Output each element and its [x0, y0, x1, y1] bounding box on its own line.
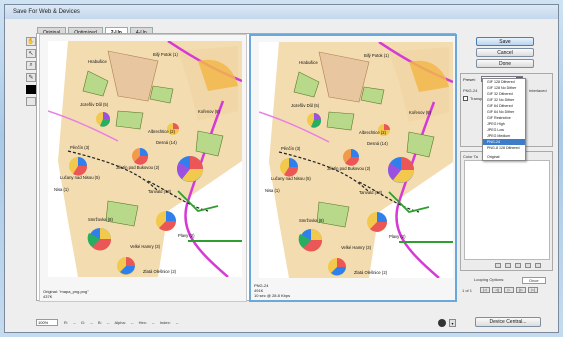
- done-button[interactable]: Done: [476, 59, 534, 68]
- map-label: Hrabušice: [299, 60, 319, 65]
- preview-area: Hrabušice Bilý Potok (1) Jozefův Důl (5)…: [36, 33, 457, 302]
- map-label: Velké Hamry (3): [130, 244, 161, 249]
- eyedropper-color-swatch[interactable]: [26, 85, 36, 94]
- map-label: Desná (14): [367, 141, 388, 146]
- color-readout: R: -- G: -- B: -- Alpha: -- Hex: -- Inde…: [64, 320, 179, 325]
- frame-count: 1 of 1: [462, 288, 473, 293]
- map-label: Jozefův Důl (5): [80, 102, 109, 107]
- map-label: Velké Hamry (3): [341, 245, 372, 250]
- preset-label: Preset:: [463, 77, 476, 82]
- map-label: Bilý Potok (1): [153, 52, 179, 57]
- map-image-optimized: Hrabušice Bilý Potok (1) Jozefův Důl (5)…: [259, 42, 453, 278]
- original-info: Original: "mapa_png.png" 437K: [43, 289, 89, 299]
- first-frame-icon[interactable]: |◁: [480, 287, 490, 293]
- map-label: Pěnčín (3): [281, 146, 301, 151]
- color-table-panel: Color Ta: [460, 151, 553, 271]
- hand-tool-icon[interactable]: ✋: [26, 37, 36, 46]
- map-label: Nisa (1): [265, 188, 280, 193]
- prev-frame-icon[interactable]: ◁|: [492, 287, 502, 293]
- map-label: Zlatá Olešnice (2): [354, 270, 388, 275]
- play-icon[interactable]: ▷: [504, 287, 514, 293]
- last-frame-icon[interactable]: ▷|: [528, 287, 538, 293]
- preview-in-browser-icon[interactable]: [438, 319, 446, 327]
- optimized-pane[interactable]: Hrabušice Bilý Potok (1) Jozefův Důl (5)…: [249, 34, 457, 302]
- map-label: Tanvald (13): [148, 189, 172, 194]
- toggle-slices-icon[interactable]: [26, 97, 36, 106]
- cancel-button[interactable]: Cancel: [476, 48, 534, 57]
- transparency-label: Transp: [470, 96, 483, 101]
- map-label: Bilý Potok (1): [364, 53, 390, 58]
- trash-icon[interactable]: [535, 263, 541, 268]
- looping-options: Looping Options: Once 1 of 1 |◁ ◁| ▷ |▷ …: [460, 275, 553, 297]
- map-label: Zlatá Olešnice (2): [143, 269, 177, 274]
- map-label: Pěnčín (3): [70, 145, 90, 150]
- preset-dropdown-menu: GIF 128 Dithered GIF 128 No Dither GIF 3…: [482, 78, 526, 161]
- browser-menu-icon[interactable]: ▾: [449, 319, 456, 327]
- web-shift-icon[interactable]: [505, 263, 511, 268]
- map-image-original: Hrabušice Bilý Potok (1) Jozefův Důl (5)…: [48, 41, 242, 277]
- map-color-icon[interactable]: [495, 263, 501, 268]
- looping-label: Looping Options:: [474, 277, 505, 282]
- map-label: Nisa (1): [54, 187, 69, 192]
- preset-option[interactable]: Original: [483, 154, 525, 160]
- save-button[interactable]: Save: [476, 37, 534, 46]
- window-title: Save For Web & Devices: [13, 9, 80, 15]
- device-central-button[interactable]: Device Central...: [475, 317, 541, 327]
- map-label: Jiřetín pod Bukovou (2): [116, 165, 160, 170]
- map-label: Lučany nad Nisou (5): [271, 176, 311, 181]
- interlaced-label: Interlaced: [529, 88, 547, 93]
- map-label: Hrabušice: [88, 59, 108, 64]
- map-label: Smržovka (8): [299, 218, 325, 223]
- eyedropper-tool-icon[interactable]: ✎: [26, 73, 36, 82]
- map-label: Jozefův Důl (5): [291, 103, 320, 108]
- status-bar: 100% R: -- G: -- B: -- Alpha: -- Hex: --…: [36, 318, 466, 328]
- next-frame-icon[interactable]: |▷: [516, 287, 526, 293]
- original-pane[interactable]: Hrabušice Bilý Potok (1) Jozefův Důl (5)…: [39, 34, 247, 302]
- color-table-actions: [495, 263, 541, 268]
- zoom-select[interactable]: 100%: [36, 319, 58, 326]
- map-label: Plavy (2): [178, 233, 195, 238]
- color-table[interactable]: [464, 160, 550, 260]
- map-label: Plavy (2): [389, 234, 406, 239]
- optimized-info: PNG-24 491K 10 sec @ 28.8 Kbps: [254, 283, 290, 298]
- map-label: Desná (14): [156, 140, 177, 145]
- map-label: Albrechtice (2): [359, 130, 387, 135]
- title-bar: Save For Web & Devices: [5, 5, 558, 19]
- preset-option[interactable]: PNG-8 128 Dithered: [483, 145, 525, 151]
- map-label: Kořenov (8): [198, 109, 220, 114]
- map-label: Jiřetín pod Bukovou (2): [327, 166, 371, 171]
- transparency-checkbox[interactable]: [463, 96, 468, 101]
- map-label: Lučany nad Nisou (5): [60, 175, 100, 180]
- color-table-label: Color Ta: [463, 154, 478, 159]
- original-size: 437K: [43, 294, 53, 299]
- animation-nav: |◁ ◁| ▷ |▷ ▷|: [480, 287, 538, 293]
- lock-color-icon[interactable]: [515, 263, 521, 268]
- new-color-icon[interactable]: [525, 263, 531, 268]
- slice-select-tool-icon[interactable]: ↖: [26, 49, 36, 58]
- format-label: PNG-24: [463, 88, 478, 93]
- settings-panel: Save Cancel Done Preset: PNG-24 ▾ PNG-24…: [460, 33, 553, 301]
- zoom-tool-icon[interactable]: ⌕: [26, 61, 36, 70]
- optimized-download-time: 10 sec @ 28.8 Kbps: [254, 293, 291, 298]
- map-label: Albrechtice (2): [148, 129, 176, 134]
- map-label: Smržovka (8): [88, 217, 114, 222]
- map-label: Tanvald (13): [359, 190, 383, 195]
- map-label: Kořenov (8): [409, 110, 431, 115]
- looping-select[interactable]: Once: [522, 277, 546, 284]
- zoom-value: 100%: [38, 320, 49, 325]
